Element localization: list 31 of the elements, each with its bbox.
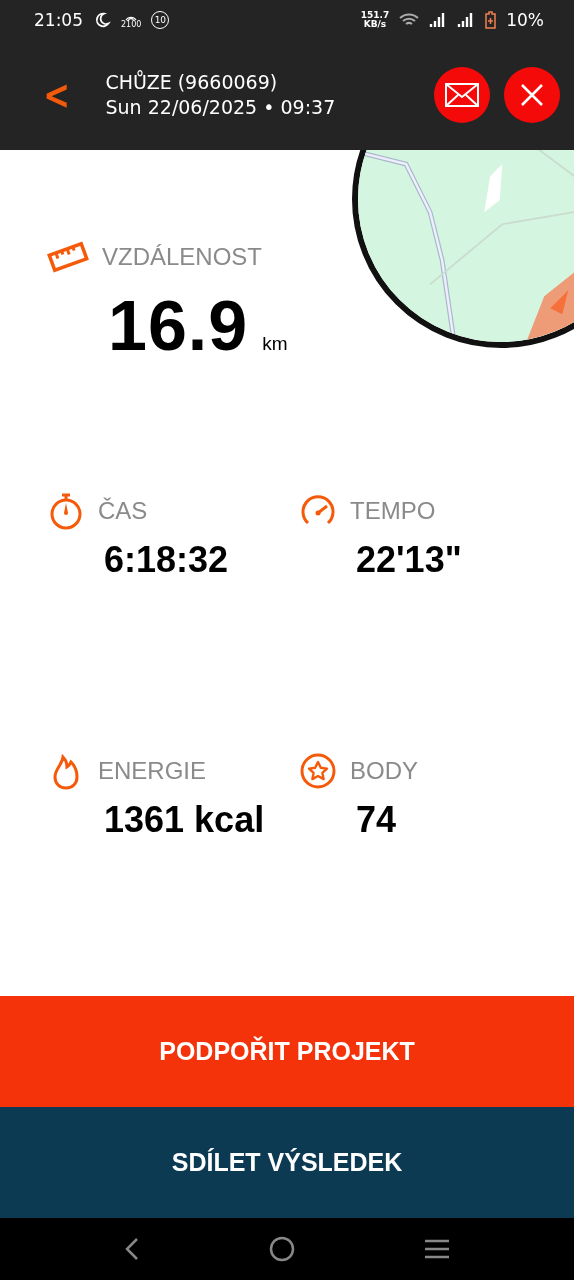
close-button[interactable] [504,67,560,123]
back-button[interactable]: < [35,72,79,118]
circle-icon [269,1236,295,1262]
battery-level: 10% [506,11,544,29]
stat-label: ENERGIE [98,757,207,785]
distance-value: 16.9 [108,286,249,366]
stat-value: 1361 kcal [104,799,266,841]
stat-label: BODY [350,757,418,785]
chevron-left-icon [124,1237,141,1261]
email-button[interactable] [434,67,490,123]
moon-icon [93,11,111,29]
network-speed: 151.7 [360,11,390,20]
stat-label: TEMPO [350,497,436,525]
wifi-icon [399,12,420,28]
share-button[interactable]: SDÍLET VÝSLEDEK [0,1107,574,1218]
hotspot-label: 2100 [121,20,142,29]
stat-label: VZDÁLENOST [102,243,263,271]
stat-label: ČAS [98,497,148,525]
envelope-icon [445,83,479,107]
distance-unit: km [262,333,288,355]
speed-unit: KB/s [363,20,387,29]
stat-value: 6:18:32 [104,539,230,581]
ruler-icon [46,240,90,274]
activity-date: Sun 22/06/2025 • 09:37 [105,98,337,117]
stat-value: 22'13" [356,539,463,581]
battery-icon [485,11,497,29]
stat-value: 74 [356,799,398,841]
menu-icon [423,1239,450,1259]
clock: 21:05 [34,11,83,29]
support-button[interactable]: PODPOŘIT PROJEKT [0,996,574,1107]
close-icon [520,83,544,107]
